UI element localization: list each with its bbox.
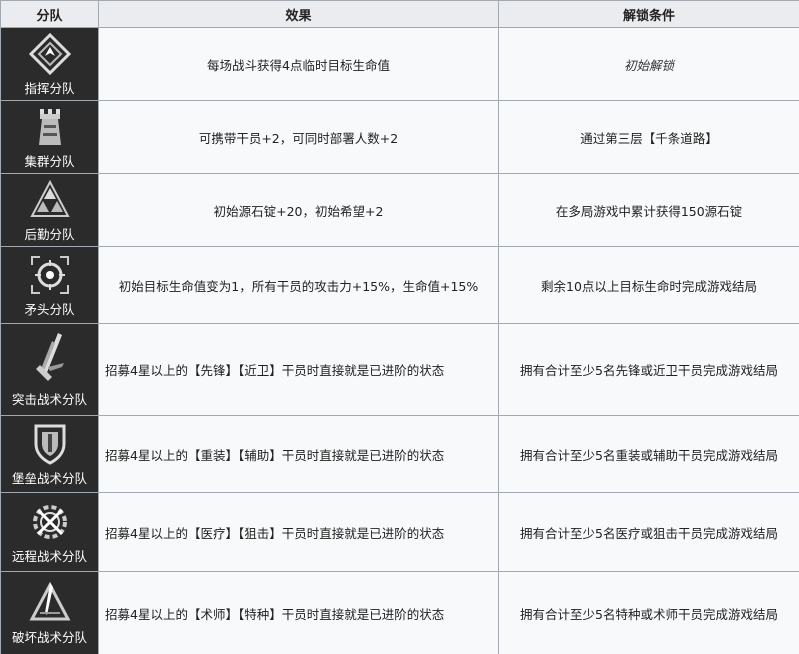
unlock-cell: 通过第三层【千条道路】 [498, 100, 799, 174]
effect-cell: 招募4星以上的【医疗】【狙击】干员时直接就是已进阶的状态 [98, 492, 499, 572]
table-row: 远程战术分队 招募4星以上的【医疗】【狙击】干员时直接就是已进阶的状态 拥有合计… [0, 492, 799, 572]
squad-cell: 指挥分队 [0, 27, 99, 101]
blade-icon [35, 333, 64, 381]
squad-table: 分队 效果 解锁条件 指挥分队 每场战斗获得4点临时目标生命值 初始解锁 集群分… [0, 0, 799, 654]
diamond-compass-icon [28, 32, 71, 75]
triangle-blade-icon [29, 581, 70, 620]
squad-cell: 后勤分队 [0, 173, 99, 247]
squad-cell: 破坏战术分队 [0, 571, 99, 654]
squad-cell: 突击战术分队 [0, 323, 99, 416]
effect-cell: 招募4星以上的【重装】【辅助】干员时直接就是已进阶的状态 [98, 415, 499, 493]
effect-cell: 招募4星以上的【先锋】【近卫】干员时直接就是已进阶的状态 [98, 323, 499, 416]
shield-icon [34, 424, 65, 465]
effect-cell: 可携带干员+2，可同时部署人数+2 [98, 100, 499, 174]
squad-name: 矛头分队 [24, 301, 75, 317]
table-row: 破坏战术分队 招募4星以上的【术师】【特种】干员时直接就是已进阶的状态 拥有合计… [0, 571, 799, 654]
squad-name: 破坏战术分队 [11, 629, 87, 645]
unlock-cell: 拥有合计至少5名医疗或狙击干员完成游戏结局 [498, 492, 799, 572]
header-squad: 分队 [0, 0, 99, 28]
squad-name: 集群分队 [24, 153, 75, 169]
effect-cell: 初始目标生命值变为1，所有干员的攻击力+15%，生命值+15% [98, 246, 499, 324]
tower-icon [38, 108, 61, 145]
unlock-cell: 剩余10点以上目标生命时完成游戏结局 [498, 246, 799, 324]
effect-cell: 初始源石锭+20，初始希望+2 [98, 173, 499, 247]
squad-cell: 远程战术分队 [0, 492, 99, 572]
header-row: 分队 效果 解锁条件 [0, 0, 799, 28]
crosshair-icon [30, 255, 69, 294]
squad-name: 堡垒战术分队 [11, 470, 87, 486]
table-row: 后勤分队 初始源石锭+20，初始希望+2 在多局游戏中累计获得150源石锭 [0, 173, 799, 247]
table-row: 突击战术分队 招募4星以上的【先锋】【近卫】干员时直接就是已进阶的状态 拥有合计… [0, 323, 799, 416]
squad-name: 后勤分队 [24, 226, 75, 242]
squad-cell: 堡垒战术分队 [0, 415, 99, 493]
squad-cell: 矛头分队 [0, 246, 99, 324]
unlock-cell: 拥有合计至少5名先锋或近卫干员完成游戏结局 [498, 323, 799, 416]
unlock-cell: 初始解锁 [498, 27, 799, 101]
table-row: 堡垒战术分队 招募4星以上的【重装】【辅助】干员时直接就是已进阶的状态 拥有合计… [0, 415, 799, 493]
triangle-stack-icon [29, 179, 70, 217]
table-row: 集群分队 可携带干员+2，可同时部署人数+2 通过第三层【千条道路】 [0, 100, 799, 174]
squad-name: 远程战术分队 [11, 548, 87, 564]
squad-name: 突击战术分队 [11, 392, 87, 407]
squad-name: 指挥分队 [24, 80, 75, 96]
header-effect: 效果 [98, 0, 499, 28]
gear-cross-icon [32, 504, 67, 539]
table-row: 指挥分队 每场战斗获得4点临时目标生命值 初始解锁 [0, 27, 799, 101]
header-unlock: 解锁条件 [498, 0, 799, 28]
table-row: 矛头分队 初始目标生命值变为1，所有干员的攻击力+15%，生命值+15% 剩余1… [0, 246, 799, 324]
effect-cell: 招募4星以上的【术师】【特种】干员时直接就是已进阶的状态 [98, 571, 499, 654]
unlock-cell: 在多局游戏中累计获得150源石锭 [498, 173, 799, 247]
effect-cell: 每场战斗获得4点临时目标生命值 [98, 27, 499, 101]
unlock-cell: 拥有合计至少5名特种或术师干员完成游戏结局 [498, 571, 799, 654]
unlock-cell: 拥有合计至少5名重装或辅助干员完成游戏结局 [498, 415, 799, 493]
squad-cell: 集群分队 [0, 100, 99, 174]
